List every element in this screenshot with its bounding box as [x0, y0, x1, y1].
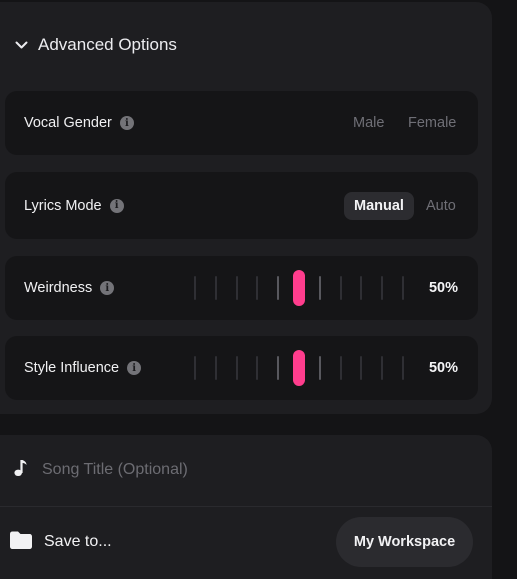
slider-tick [214, 276, 217, 300]
slider-tick [235, 276, 238, 300]
lyrics-mode-row: Lyrics Mode i Manual Auto [5, 172, 478, 239]
vocal-gender-row: Vocal Gender i Male Female [5, 91, 478, 155]
slider-tick [194, 356, 196, 380]
vocal-gender-option-male[interactable]: Male [353, 115, 384, 131]
slider-tick [318, 276, 321, 300]
chevron-down-icon [14, 38, 28, 52]
slider-tick [339, 276, 342, 300]
advanced-options-title: Advanced Options [38, 35, 177, 54]
save-to-label: Save to... [44, 533, 112, 550]
info-icon[interactable]: i [127, 361, 142, 375]
style-influence-label: Style Influence [24, 360, 120, 376]
slider-tick [381, 276, 384, 300]
slider-tick [360, 276, 363, 300]
info-icon[interactable]: i [109, 198, 124, 213]
save-to-button[interactable]: Save to... [9, 530, 112, 554]
divider [0, 506, 492, 507]
folder-icon [9, 530, 33, 555]
weirdness-value: 50% [428, 280, 458, 296]
slider-tick [381, 356, 384, 380]
slider-tick [360, 356, 363, 380]
vocal-gender-option-female[interactable]: Female [408, 115, 456, 131]
slider-tick [214, 356, 217, 380]
info-icon[interactable]: i [100, 281, 115, 295]
style-influence-value: 50% [428, 360, 458, 376]
slider-tick [277, 356, 280, 380]
weirdness-slider[interactable] [190, 270, 410, 306]
info-icon[interactable]: i [119, 116, 134, 130]
vocal-gender-label: Vocal Gender [24, 115, 112, 131]
style-influence-slider[interactable] [190, 350, 410, 386]
music-note-icon [14, 459, 28, 482]
lyrics-mode-option-auto[interactable]: Auto [426, 198, 456, 214]
slider-thumb[interactable] [293, 270, 305, 306]
slider-tick [256, 276, 259, 300]
workspace-select-button[interactable]: My Workspace [336, 517, 473, 567]
advanced-options-toggle[interactable]: Advanced Options [14, 30, 177, 60]
style-influence-row: Style Influence i 50% [5, 336, 478, 400]
slider-tick [402, 276, 404, 300]
slider-tick [194, 276, 196, 300]
slider-tick [318, 356, 321, 380]
slider-tick [339, 356, 342, 380]
lyrics-mode-option-manual[interactable]: Manual [344, 191, 414, 220]
slider-thumb[interactable] [293, 350, 305, 386]
weirdness-label: Weirdness [24, 280, 93, 296]
song-title-input[interactable] [42, 461, 342, 479]
weirdness-row: Weirdness i 50% [5, 256, 478, 320]
slider-tick [402, 356, 404, 380]
slider-tick [256, 356, 259, 380]
slider-tick [277, 276, 280, 300]
slider-tick [235, 356, 238, 380]
lyrics-mode-label: Lyrics Mode [24, 197, 102, 214]
song-title-row [14, 458, 342, 482]
